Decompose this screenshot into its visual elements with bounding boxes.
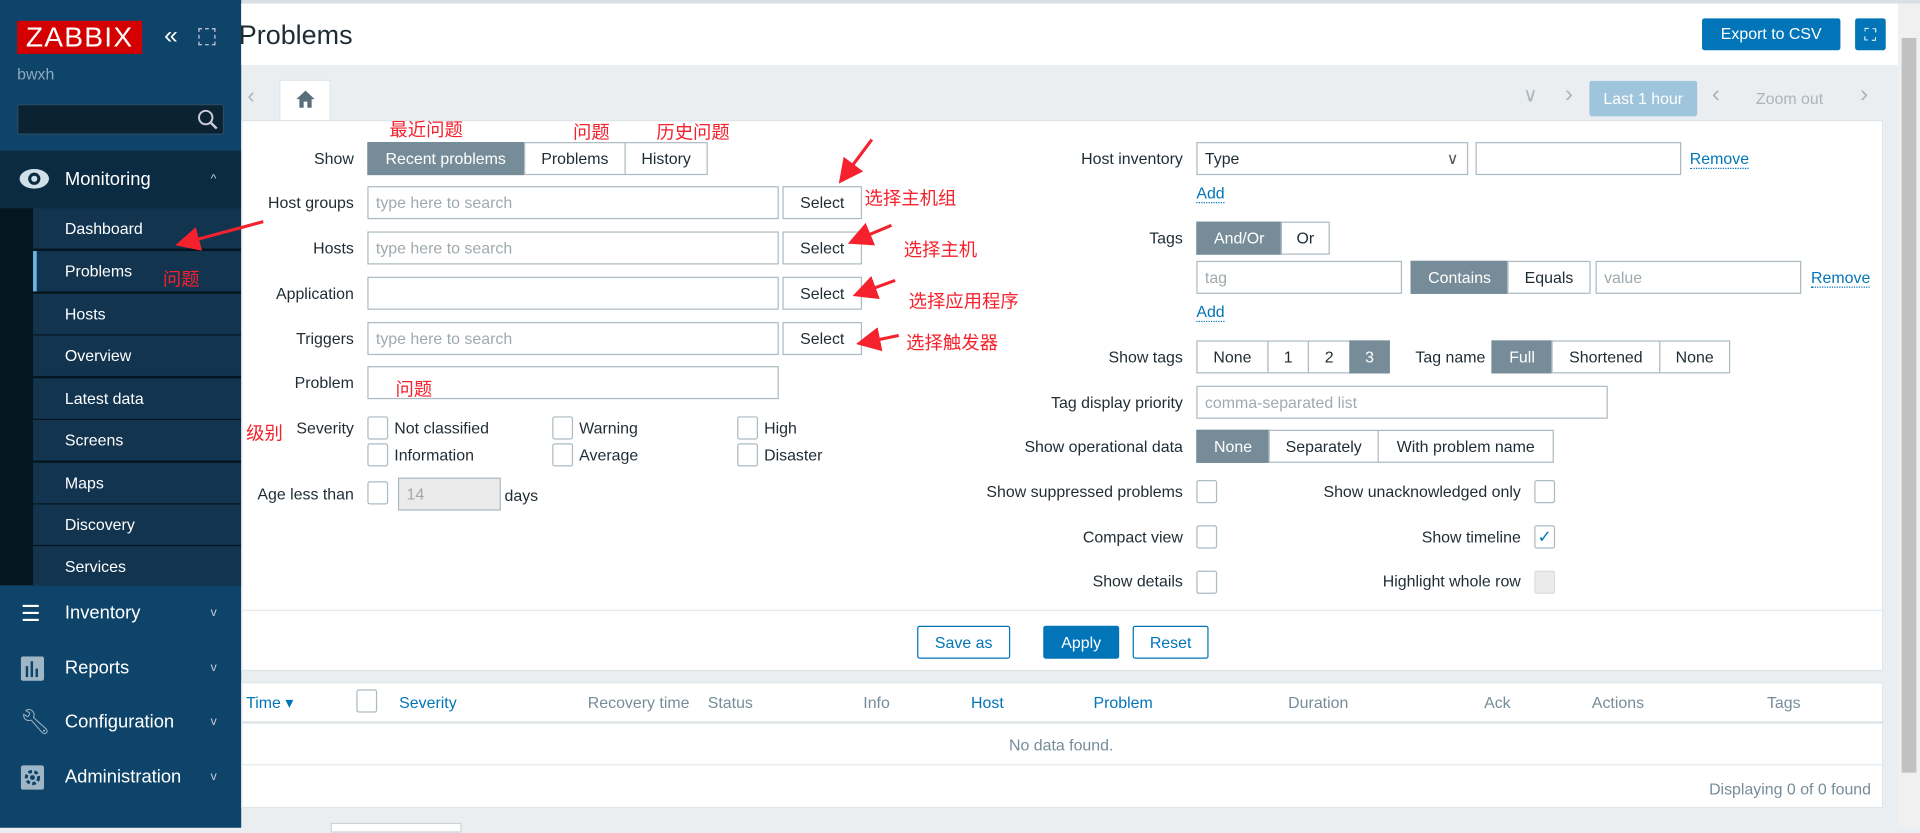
arrow [847, 222, 893, 246]
zabbix-problems-page: ZABBIX « bwxh Monitoring ^ Dashboard Pro… [0, 0, 1920, 833]
arrow [175, 220, 264, 251]
annotation-arrows [175, 138, 900, 352]
arrow [856, 327, 900, 352]
arrow [852, 276, 896, 300]
arrow [838, 138, 874, 184]
